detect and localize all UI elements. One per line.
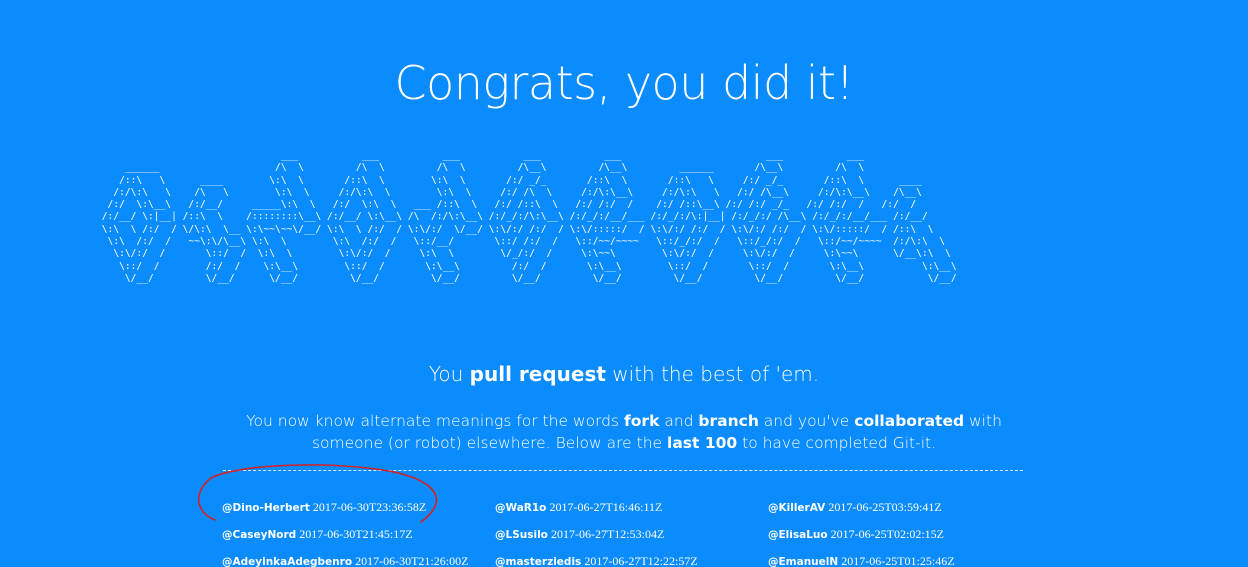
completer-entry: @EmanuelN 2017-06-25T01:25:46Z — [768, 554, 1041, 567]
completer-username-link[interactable]: @WaR1o — [495, 502, 546, 514]
desc-bold-collaborated: collaborated — [854, 412, 965, 430]
completer-entry: @masterziedis 2017-06-27T12:22:57Z — [495, 554, 768, 567]
completer-username-link[interactable]: @ElisaLuo — [768, 529, 828, 541]
completer-entry: @AdeyinkaAdegbenro 2017-06-30T21:26:00Z — [222, 554, 495, 567]
completer-username-link[interactable]: @AdeyinkaAdegbenro — [222, 556, 352, 567]
completer-entry: @CaseyNord 2017-06-30T21:45:17Z — [222, 527, 495, 554]
completer-entry: @ElisaLuo 2017-06-25T02:02:15Z — [768, 527, 1041, 554]
desc-text: You now know alternate meanings for the … — [246, 412, 625, 430]
page-title: Congrats, you did it! — [394, 56, 854, 110]
completer-username-link[interactable]: @Dino-Herbert — [222, 502, 310, 514]
completer-entry: @WaR1o 2017-06-27T16:46:11Z — [495, 500, 768, 527]
completion-timestamp: 2017-06-27T12:22:57Z — [584, 554, 698, 567]
completer-entry: @Dino-Herbert 2017-06-30T23:36:58Z — [222, 500, 495, 527]
completion-timestamp: 2017-06-25T02:02:15Z — [830, 527, 944, 541]
dashed-divider — [223, 470, 1023, 471]
completion-timestamp: 2017-06-30T23:36:58Z — [312, 500, 427, 514]
completers-row: @AdeyinkaAdegbenro 2017-06-30T21:26:00Z … — [222, 554, 1042, 567]
completion-timestamp: 2017-06-30T21:45:17Z — [299, 527, 413, 541]
completers-row: @Dino-Herbert 2017-06-30T23:36:58Z @WaR1… — [222, 500, 1042, 527]
completer-username-link[interactable]: @EmanuelN — [768, 556, 838, 567]
completer-username-link[interactable]: @CaseyNord — [222, 529, 296, 541]
completer-username-link[interactable]: @masterziedis — [495, 556, 581, 567]
completion-timestamp: 2017-06-27T12:53:04Z — [550, 527, 665, 541]
completer-entry: @LSusilo 2017-06-27T12:53:04Z — [495, 527, 768, 554]
completers-row: @CaseyNord 2017-06-30T21:45:17Z @LSusilo… — [222, 527, 1042, 554]
git-it-ascii-art: ___ ___ ___ ___ ___ ___ ___ ______ /\ \ … — [101, 150, 957, 284]
completer-entry: @KillerAV 2017-06-25T03:59:41Z — [768, 500, 1041, 527]
desc-text: and — [659, 412, 699, 430]
completer-username-link[interactable]: @KillerAV — [768, 502, 825, 514]
completer-username-link[interactable]: @LSusilo — [495, 529, 548, 541]
tagline: You pull request with the best of 'em. — [0, 362, 1248, 386]
completion-timestamp: 2017-06-25T01:25:46Z — [841, 554, 955, 567]
completion-timestamp: 2017-06-25T03:59:41Z — [828, 500, 942, 514]
tagline-text-start: You — [428, 362, 470, 386]
completion-timestamp: 2017-06-27T16:46:11Z — [549, 500, 663, 514]
completion-timestamp: 2017-06-30T21:26:00Z — [355, 554, 469, 567]
desc-bold-fork: fork — [624, 412, 660, 430]
tagline-emphasis: pull request — [469, 362, 606, 386]
desc-bold-branch: branch — [698, 412, 759, 430]
completion-description: You now know alternate meanings for the … — [224, 410, 1024, 454]
completers-list: @Dino-Herbert 2017-06-30T23:36:58Z @WaR1… — [222, 500, 1042, 567]
desc-text: and you've — [758, 412, 855, 430]
desc-text: to have completed Git-it. — [737, 434, 937, 452]
tagline-text-end: with the best of 'em. — [605, 362, 820, 386]
desc-bold-last-100: last 100 — [667, 434, 738, 452]
